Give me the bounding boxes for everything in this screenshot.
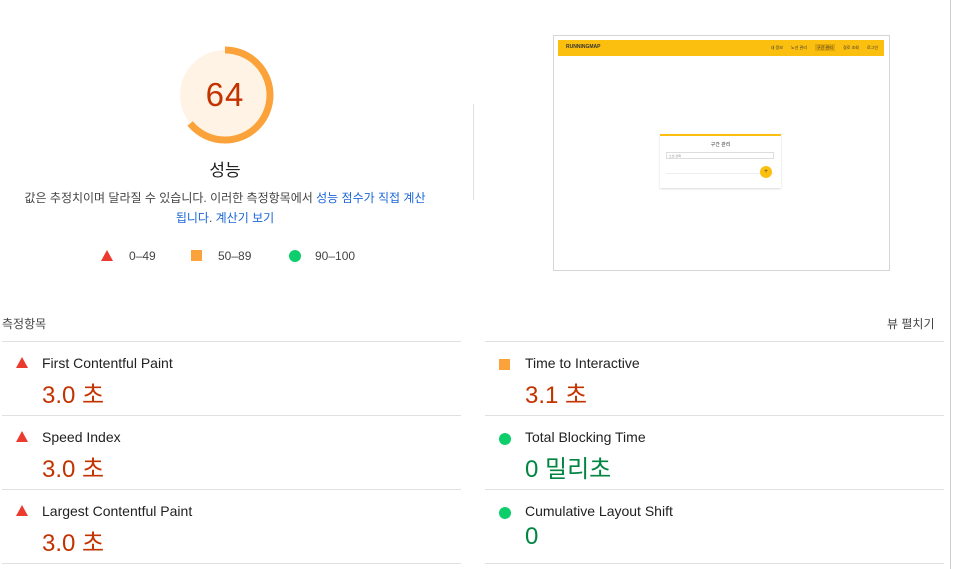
red-triangle-icon <box>101 250 113 261</box>
description-text: 값은 추정치이며 달라질 수 있습니다. 이러한 측정항목에서 <box>24 191 317 205</box>
preview-add-button: + <box>760 166 772 178</box>
green-circle-icon <box>289 250 301 262</box>
page-right-border <box>950 0 951 569</box>
metrics-column-left: First Contentful Paint 3.0 초 Speed Index… <box>2 341 461 564</box>
preview-nav: 내 정보 노선 관리 구간 관리 경로 조회 로그인 <box>764 44 878 51</box>
green-circle-icon <box>499 507 511 519</box>
metric-largest-contentful-paint: Largest Contentful Paint 3.0 초 <box>2 489 461 564</box>
metric-total-blocking-time: Total Blocking Time 0 밀리초 <box>485 415 944 489</box>
metric-value: 3.1 초 <box>525 382 588 409</box>
metric-first-contentful-paint: First Contentful Paint 3.0 초 <box>2 341 461 415</box>
metrics-column-right: Time to Interactive 3.1 초 Total Blocking… <box>485 341 944 564</box>
preview-nav-item-active: 구간 관리 <box>815 44 835 51</box>
legend-range: 50–89 <box>218 249 252 263</box>
gauge-title: 성능 <box>209 161 241 180</box>
preview-nav-item: 경로 조회 <box>842 45 859 50</box>
preview-card-title: 구간 관리 <box>710 142 731 148</box>
performance-gauge: 64 <box>176 46 274 144</box>
preview-nav-item: 노선 관리 <box>791 45 807 50</box>
metric-value: 0 밀리초 <box>525 456 612 483</box>
metric-value: 3.0 초 <box>42 456 105 483</box>
legend-range: 90–100 <box>315 249 356 263</box>
preview-card: 구간 관리 노선 선택 + <box>660 134 781 188</box>
metric-name: Time to Interactive <box>525 355 640 371</box>
metric-name: Total Blocking Time <box>525 429 646 445</box>
metrics-header: 측정항목 <box>2 317 47 331</box>
expand-view-toggle[interactable]: 뷰 펼치기 <box>887 315 935 332</box>
section-divider <box>473 104 474 200</box>
metric-value: 3.0 초 <box>42 530 105 557</box>
orange-square-icon <box>191 250 202 261</box>
red-triangle-icon <box>16 431 28 442</box>
calculator-link[interactable]: 계산기 보기 <box>216 211 275 225</box>
orange-square-icon <box>499 359 510 370</box>
preview-nav-item: 내 정보 <box>770 45 783 50</box>
preview-nav-item: 로그인 <box>866 45 878 50</box>
preview-divider <box>666 173 774 174</box>
preview-select: 노선 선택 <box>666 152 774 159</box>
performance-score: 64 <box>205 76 245 113</box>
final-screenshot[interactable]: RUNNINGMAP 내 정보 노선 관리 구간 관리 경로 조회 로그인 구간… <box>553 35 890 271</box>
red-triangle-icon <box>16 357 28 368</box>
metric-cumulative-layout-shift: Cumulative Layout Shift 0 <box>485 489 944 564</box>
metric-name: Cumulative Layout Shift <box>525 503 673 519</box>
preview-navbar: RUNNINGMAP 내 정보 노선 관리 구간 관리 경로 조회 로그인 <box>558 40 884 56</box>
preview-logo: RUNNINGMAP <box>566 44 601 50</box>
metric-speed-index: Speed Index 3.0 초 <box>2 415 461 489</box>
legend-range: 0–49 <box>129 249 156 263</box>
description-separator: . <box>208 211 216 225</box>
metric-name: Largest Contentful Paint <box>42 503 193 519</box>
metric-name: First Contentful Paint <box>42 355 173 371</box>
metric-value: 0 <box>525 523 539 550</box>
metric-time-to-interactive: Time to Interactive 3.1 초 <box>485 341 944 415</box>
metric-name: Speed Index <box>42 429 121 445</box>
green-circle-icon <box>499 433 511 445</box>
red-triangle-icon <box>16 505 28 516</box>
gauge-description: 값은 추정치이며 달라질 수 있습니다. 이러한 측정항목에서 성능 점수가 직… <box>20 188 430 228</box>
metric-value: 3.0 초 <box>42 382 105 409</box>
